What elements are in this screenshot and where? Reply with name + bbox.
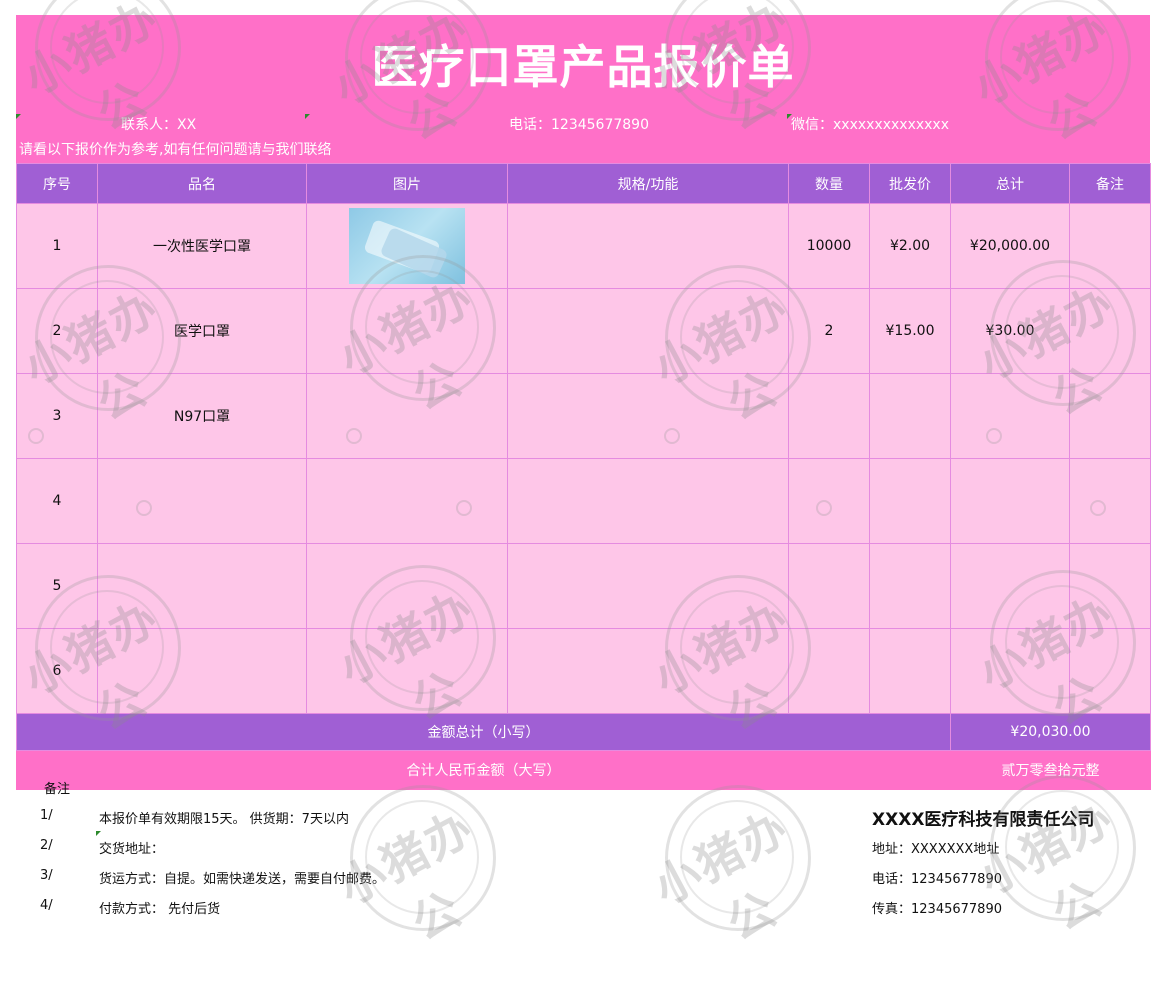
cell-image[interactable] — [306, 458, 508, 544]
cell-image[interactable] — [306, 373, 508, 459]
cell-image[interactable] — [306, 628, 508, 714]
remark-index[interactable]: 3/ — [40, 868, 53, 883]
company-fax[interactable]: 传真：12345677890 — [872, 898, 1002, 917]
cell-total[interactable] — [950, 628, 1070, 714]
remark-text[interactable]: 货运方式：自提。如需快递发送，需要自付邮费。 — [99, 868, 385, 887]
cell-spec[interactable] — [507, 288, 789, 374]
cell-note[interactable] — [1069, 203, 1151, 289]
sheet-header: 医疗口罩产品报价单 联系人：XX 电话：12345677890 微信：xxxxx… — [16, 15, 1150, 163]
remarks-section: 备注 1/ 本报价单有效期限15天。 供货期：7天以内 2/ 交货地址： 3/ … — [0, 771, 1165, 927]
table-row: 5 — [16, 543, 1151, 629]
cell-name[interactable] — [97, 543, 307, 629]
cell-name[interactable]: 一次性医学口罩 — [97, 203, 307, 289]
table-row: 6 — [16, 628, 1151, 714]
cell-no[interactable]: 4 — [16, 458, 98, 544]
cell-qty[interactable] — [788, 373, 870, 459]
remarks-label[interactable]: 备注 — [44, 778, 70, 797]
col-header-spec[interactable]: 规格/功能 — [507, 163, 789, 204]
col-header-total[interactable]: 总计 — [950, 163, 1070, 204]
cell-no[interactable]: 1 — [16, 203, 98, 289]
quote-sheet: 医疗口罩产品报价单 联系人：XX 电话：12345677890 微信：xxxxx… — [16, 15, 1151, 790]
cell-name[interactable]: N97口罩 — [97, 373, 307, 459]
cell-qty[interactable] — [788, 458, 870, 544]
cell-price[interactable] — [869, 373, 951, 459]
cell-price[interactable] — [869, 628, 951, 714]
comment-marker — [96, 831, 101, 836]
company-phone[interactable]: 电话：12345677890 — [872, 868, 1002, 887]
cell-qty[interactable] — [788, 543, 870, 629]
cell-spec[interactable] — [507, 203, 789, 289]
col-header-no[interactable]: 序号 — [16, 163, 98, 204]
cell-no[interactable]: 2 — [16, 288, 98, 374]
col-header-image[interactable]: 图片 — [306, 163, 508, 204]
table-row: 1 一次性医学口罩 10000 ¥2.00 ¥20,000.00 — [16, 203, 1151, 289]
contact-wechat[interactable]: 微信：xxxxxxxxxxxxxx — [791, 114, 949, 134]
col-header-name[interactable]: 品名 — [97, 163, 307, 204]
mask-product-image[interactable] — [349, 208, 465, 284]
sum-value[interactable]: ¥20,030.00 — [950, 713, 1151, 751]
table-row: 2 医学口罩 2 ¥15.00 ¥30.00 — [16, 288, 1151, 374]
remark-text[interactable]: 本报价单有效期限15天。 供货期：7天以内 — [99, 808, 349, 827]
remark-index[interactable]: 4/ — [40, 898, 53, 913]
cell-image[interactable] — [306, 203, 508, 289]
comment-marker — [16, 114, 21, 119]
cell-note[interactable] — [1069, 628, 1151, 714]
cell-no[interactable]: 3 — [16, 373, 98, 459]
table-header-row: 序号 品名 图片 规格/功能 数量 批发价 总计 备注 — [16, 163, 1151, 204]
cell-note[interactable] — [1069, 373, 1151, 459]
cell-price[interactable]: ¥2.00 — [869, 203, 951, 289]
remark-text[interactable]: 付款方式： 先付后货 — [99, 898, 220, 917]
intro-text: 请看以下报价作为参考,如有任何问题请与我们联络 — [19, 142, 332, 158]
cell-price[interactable] — [869, 458, 951, 544]
cell-spec[interactable] — [507, 628, 789, 714]
cell-total[interactable] — [950, 458, 1070, 544]
sum-label[interactable]: 金额总计（小写） — [16, 713, 951, 751]
cell-no[interactable]: 6 — [16, 628, 98, 714]
company-name[interactable]: XXXX医疗科技有限责任公司 — [872, 805, 1094, 830]
cell-note[interactable] — [1069, 288, 1151, 374]
cell-total[interactable]: ¥30.00 — [950, 288, 1070, 374]
cell-spec[interactable] — [507, 458, 789, 544]
sum-row: 金额总计（小写） ¥20,030.00 — [16, 713, 1151, 751]
cell-price[interactable] — [869, 543, 951, 629]
page-title: 医疗口罩产品报价单 — [371, 40, 795, 94]
comment-marker — [305, 114, 310, 119]
cell-total[interactable] — [950, 543, 1070, 629]
quote-table: 序号 品名 图片 规格/功能 数量 批发价 总计 备注 1 一次性医学口罩 10… — [16, 163, 1151, 790]
cell-image[interactable] — [306, 288, 508, 374]
cell-image[interactable] — [306, 543, 508, 629]
remark-index[interactable]: 1/ — [40, 808, 53, 823]
cell-price[interactable]: ¥15.00 — [869, 288, 951, 374]
contact-person[interactable]: 联系人：XX — [121, 114, 196, 134]
cell-name[interactable] — [97, 458, 307, 544]
company-address[interactable]: 地址：XXXXXXX地址 — [872, 838, 999, 857]
table-row: 4 — [16, 458, 1151, 544]
cell-no[interactable]: 5 — [16, 543, 98, 629]
cell-qty[interactable]: 2 — [788, 288, 870, 374]
cell-total[interactable]: ¥20,000.00 — [950, 203, 1070, 289]
cell-name[interactable]: 医学口罩 — [97, 288, 307, 374]
cell-note[interactable] — [1069, 543, 1151, 629]
cell-note[interactable] — [1069, 458, 1151, 544]
cell-name[interactable] — [97, 628, 307, 714]
col-header-qty[interactable]: 数量 — [788, 163, 870, 204]
contact-phone[interactable]: 电话：12345677890 — [509, 114, 649, 134]
cell-spec[interactable] — [507, 373, 789, 459]
col-header-price[interactable]: 批发价 — [869, 163, 951, 204]
remark-index[interactable]: 2/ — [40, 838, 53, 853]
cell-total[interactable] — [950, 373, 1070, 459]
remark-text[interactable]: 交货地址： — [99, 838, 164, 857]
col-header-note[interactable]: 备注 — [1069, 163, 1151, 204]
cell-spec[interactable] — [507, 543, 789, 629]
table-row: 3 N97口罩 — [16, 373, 1151, 459]
cell-qty[interactable] — [788, 628, 870, 714]
cell-qty[interactable]: 10000 — [788, 203, 870, 289]
